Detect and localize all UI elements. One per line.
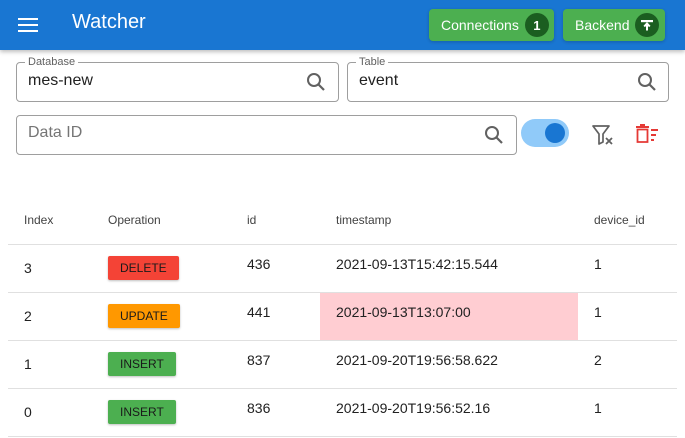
table-row[interactable]: 1 INSERT 837 2021-09-20T19:56:58.622 2: [8, 340, 677, 389]
cell-device-id: 2: [578, 340, 677, 389]
database-field[interactable]: Database mes-new: [16, 56, 339, 102]
column-header-timestamp[interactable]: timestamp: [320, 196, 578, 245]
cell-timestamp: 2021-09-13T15:42:15.544: [320, 244, 578, 293]
column-header-id[interactable]: id: [247, 196, 320, 245]
column-header-operation[interactable]: Operation: [108, 196, 247, 245]
cell-timestamp-changed: 2021-09-13T13:07:00: [320, 292, 578, 341]
cell-index: 2: [8, 292, 108, 341]
toggle-knob: [545, 123, 565, 143]
operation-badge: INSERT: [108, 352, 176, 376]
database-search-icon[interactable]: [305, 71, 327, 93]
clear-filter-icon[interactable]: [590, 122, 616, 148]
database-value: mes-new: [28, 72, 93, 89]
cell-operation: UPDATE: [108, 292, 247, 341]
table-search-icon[interactable]: [636, 71, 658, 93]
operation-badge: DELETE: [108, 256, 179, 280]
table-label: Table: [356, 56, 389, 68]
cell-operation: DELETE: [108, 244, 247, 293]
table-value: event: [359, 72, 399, 89]
table-row[interactable]: 2 UPDATE 441 2021-09-13T13:07:00 1: [8, 292, 677, 341]
cell-index: 3: [8, 244, 108, 293]
delete-sweep-icon[interactable]: [634, 122, 660, 148]
cell-index: 1: [8, 340, 108, 389]
column-header-device-id[interactable]: device_id: [578, 196, 677, 245]
backend-button[interactable]: Backend: [563, 9, 665, 41]
table-row[interactable]: 0 INSERT 836 2021-09-20T19:56:52.16 1: [8, 388, 677, 437]
data-id-input[interactable]: [28, 124, 448, 142]
connections-button[interactable]: Connections 1: [429, 9, 554, 41]
cell-operation: INSERT: [108, 340, 247, 389]
backend-label: Backend: [575, 17, 630, 33]
operation-badge: INSERT: [108, 400, 176, 424]
app-title: Watcher: [72, 11, 146, 33]
watch-toggle[interactable]: [521, 118, 569, 148]
cell-id: 436: [247, 244, 320, 293]
cell-operation: INSERT: [108, 388, 247, 437]
cell-timestamp: 2021-09-20T19:56:52.16: [320, 388, 578, 437]
cell-device-id: 1: [578, 292, 677, 341]
column-header-index[interactable]: Index: [8, 196, 108, 245]
database-label: Database: [25, 56, 79, 68]
menu-icon[interactable]: [14, 12, 42, 38]
connections-count-badge: 1: [524, 13, 549, 37]
events-table: Index Operation id timestamp device_id 3…: [8, 196, 677, 437]
cell-index: 0: [8, 388, 108, 437]
operation-badge: UPDATE: [108, 304, 180, 328]
table-header-row: Index Operation id timestamp device_id: [8, 196, 677, 245]
data-id-search-icon[interactable]: [483, 124, 505, 146]
table-row[interactable]: 3 DELETE 436 2021-09-13T15:42:15.544 1: [8, 244, 677, 293]
cell-id: 441: [247, 292, 320, 341]
cell-device-id: 1: [578, 388, 677, 437]
table-field[interactable]: Table event: [347, 56, 669, 102]
cell-id: 836: [247, 388, 320, 437]
data-id-field[interactable]: [16, 115, 517, 155]
cell-device-id: 1: [578, 244, 677, 293]
app-bar: Watcher Connections 1 Backend: [0, 0, 685, 50]
backend-status-icon: [635, 13, 660, 37]
connections-label: Connections: [441, 17, 519, 33]
cell-id: 837: [247, 340, 320, 389]
cell-timestamp: 2021-09-20T19:56:58.622: [320, 340, 578, 389]
